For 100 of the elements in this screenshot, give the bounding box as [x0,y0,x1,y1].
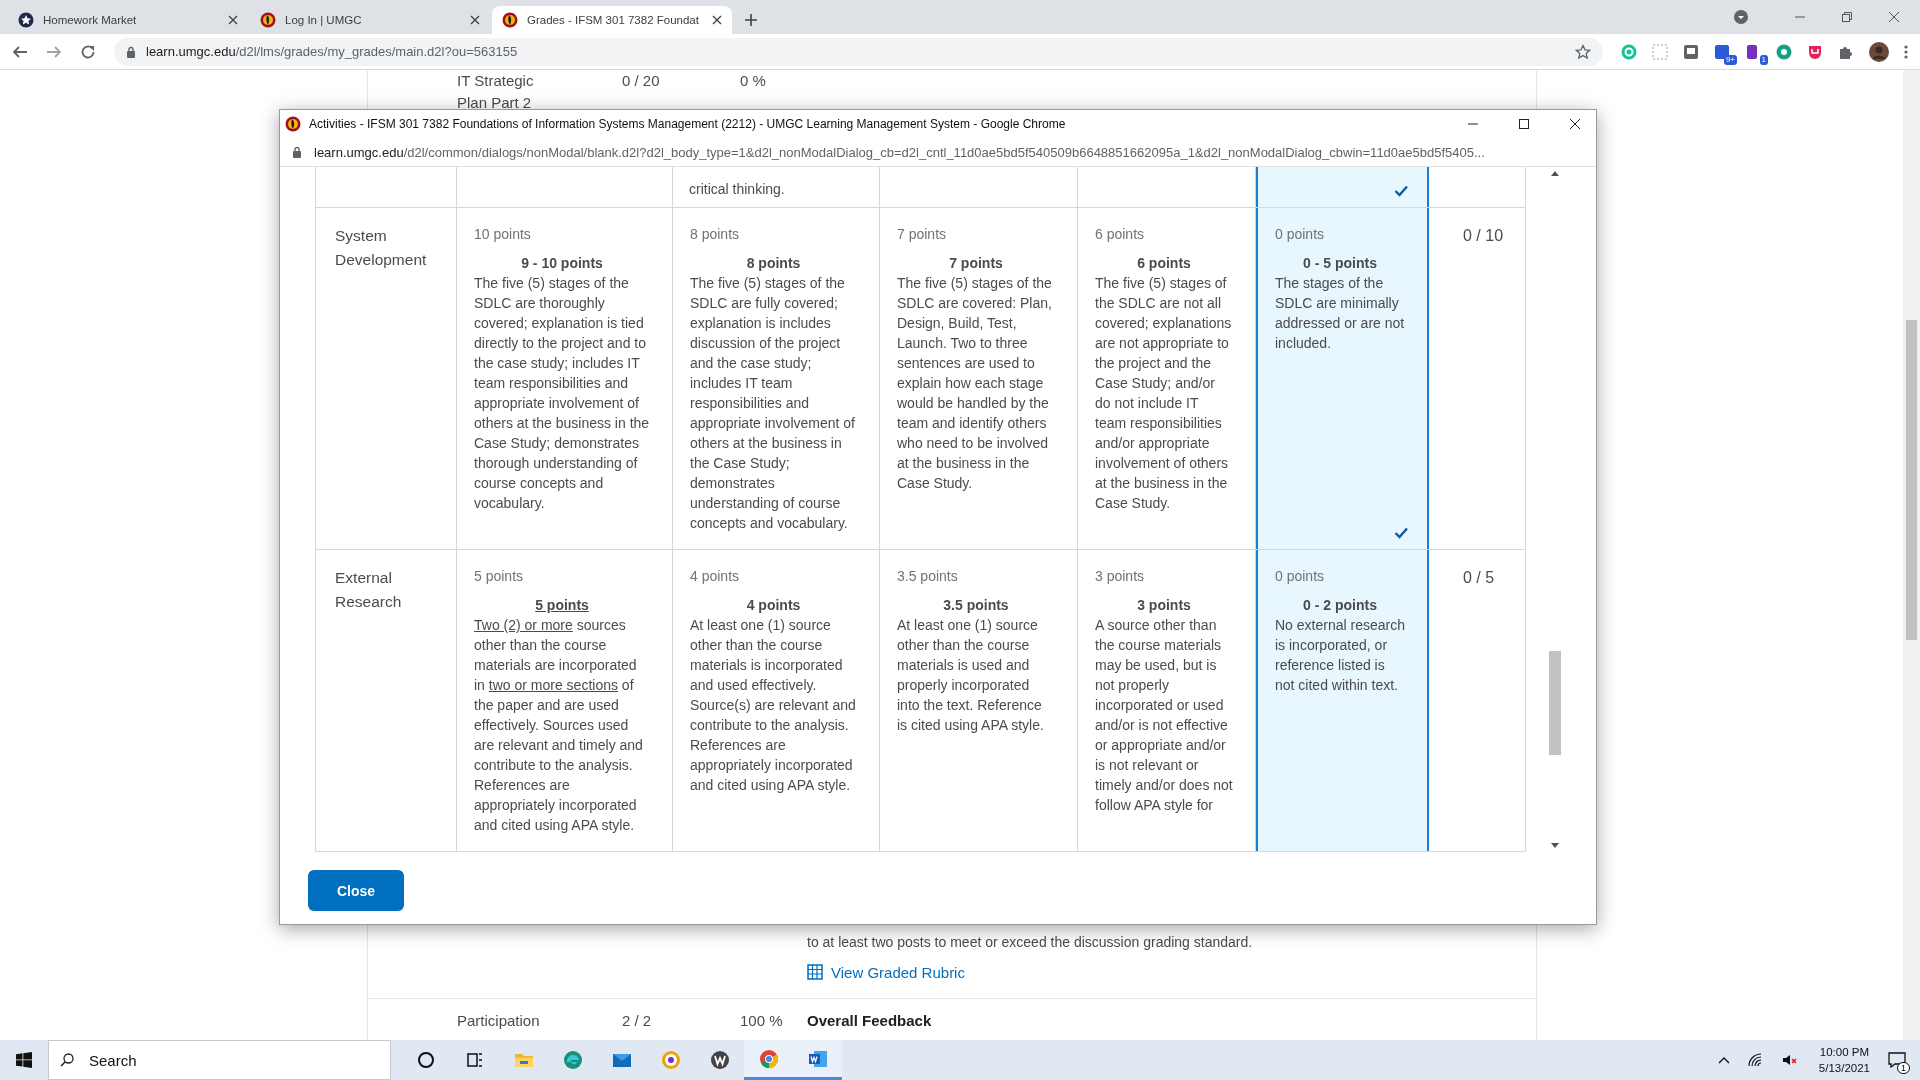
criterion-description: No external research is incorporated, or reference listed is not cited within text. [1275,616,1405,695]
browser-icon [562,1050,583,1070]
task-view-icon [464,1050,485,1070]
browser-tab[interactable]: Homework Market [8,6,248,34]
level-points: 3.5 points [897,567,959,586]
search-field[interactable]: Search [48,1040,391,1080]
menu-icon[interactable] [1904,43,1908,60]
level-points: 5 points [474,567,525,586]
criterion-description: Two (2) or more sources other than the course materials are incorporated in two or more sections of the paper and are used effectively. Sources used are relevant and timely and contribute to the analysis. References are appropriately incorporated and cited using APA style. [474,616,644,835]
level-points: 6 points [1095,225,1146,244]
restore-icon[interactable] [1841,11,1853,23]
window-title: Activities - IFSM 301 7382 Foundations of Information Systems Management (2212) - UMGC Learning Management System - Google Chrome [309,117,1066,131]
criterion-description: critical thinking. [689,180,785,199]
level-points: 4 points [690,567,741,586]
chrome-icon [758,1048,779,1069]
chevron-up-icon[interactable] [1717,1056,1730,1064]
extension-icon[interactable] [1807,43,1823,60]
extension-badge: 9+ [1723,54,1737,65]
logo-icon [260,12,276,28]
clock[interactable]: 10:00 PM 5/13/2021 [1818,1044,1870,1076]
lock-icon [126,45,136,58]
grade-score: 0 / 20 [622,71,661,91]
level-heading: 9 - 10 points [520,254,604,273]
level-heading: 7 points [948,254,1004,273]
close-button[interactable]: Close [308,870,404,911]
logo-icon [502,12,518,28]
extension-badge: 1 [1759,54,1768,65]
criterion-description: A source other than the course materials may be used, but is not properly incorporated or used and/or is not effective or appropriate and/or is not relevant or timely and/or does not follow APA style for [1095,616,1233,815]
criterion-score: 0 / 5 [1462,568,1496,588]
logo-icon [18,12,34,28]
browser-tab[interactable]: Grades - IFSM 301 7382 Foundat [492,6,732,34]
scrollbar-thumb[interactable] [1548,651,1561,755]
lock-icon [292,146,302,158]
level-points: 3 points [1095,567,1146,586]
avatar-icon[interactable] [1869,41,1889,62]
grade-item-name: IT Strategic Plan Part 2 [457,71,535,113]
search-icon [60,1053,74,1067]
criterion-description: At least one (1) source other than the course materials is used and properly incorporated into the text. Reference is cited using APA style. [897,616,1045,735]
grade-percent: 0 % [740,71,767,91]
criterion-description: The five (5) stages of the SDLC are not all covered; explanations are not appropriate to the project and the Case Study; and/or do not include IT team responsibilities and/or appropriate involvement of others at the business in the Case Study. [1095,274,1233,513]
level-heading: 4 points [745,596,802,615]
rubric-icon [807,964,823,980]
address-field[interactable]: learn.umgc.edu/d2l/lms/grades/my_grades/main.d2l?ou=563155 [146,44,518,59]
scrollbar[interactable] [1903,70,1920,1040]
bookmark-star-icon[interactable] [1575,43,1591,60]
windows-start-icon[interactable] [16,1052,32,1068]
criterion-name: System Development [335,226,428,270]
level-points: 7 points [897,225,948,244]
close-icon[interactable] [1569,118,1581,130]
level-heading: 3.5 points [942,596,1010,615]
notification-count: 1 [1897,1062,1910,1074]
network-icon[interactable] [1747,1053,1764,1067]
level-points: 0 points [1275,225,1326,244]
feedback-text: to at least two posts to meet or exceed the discussion grading standard. [806,933,1254,950]
criterion-description: The five (5) stages of the SDLC are covered: Plan, Design, Build, Test, Launch. Two to three sentences are used to explain how each stage would be handled by the team and identify others who need to be involved at the business in the Case Study. [897,274,1053,493]
level-heading: 6 points [1136,254,1192,273]
level-heading: 0 - 5 points [1302,254,1378,273]
cortana-icon [415,1050,436,1070]
level-heading: 8 points [745,254,802,273]
grade-percent: 100 % [740,1011,784,1031]
scrollbar-thumb[interactable] [1906,320,1917,640]
level-points: 10 points [474,225,532,244]
reload-icon[interactable] [80,43,96,60]
checkmark-icon [1394,184,1409,197]
volume-icon[interactable] [1781,1053,1798,1067]
view-rubric-link[interactable]: View Graded Rubric [807,963,965,981]
tab-title: Homework Market [43,14,138,26]
criterion-score: 0 / 10 [1462,226,1505,246]
new-tab-icon[interactable] [744,13,758,27]
grade-item-name: Participation [457,1011,541,1031]
scroll-down-icon [1550,843,1559,848]
app-icon [660,1050,681,1070]
criterion-description: The five (5) stages of the SDLC are fully covered; explanation is includes discussion of the project and the case study; includes IT team responsibilities and appropriate involvement of others at the business in the Case Study; demonstrates understanding of course concepts and vocabulary. [690,274,856,533]
scroll-up-icon [1550,171,1559,176]
back-icon[interactable] [12,43,28,60]
extension-icon[interactable] [1776,43,1792,60]
extension-icon[interactable] [1683,43,1699,60]
grade-score: 2 / 2 [622,1011,653,1031]
close-icon[interactable] [228,15,238,25]
browser-tab[interactable]: Log In | UMGC [250,6,490,34]
level-points: 0 points [1275,567,1326,586]
feedback-heading: Overall Feedback [807,1011,932,1031]
level-heading: 5 points [535,596,589,615]
criterion-name: External Research [335,568,403,612]
tab-title: Grades - IFSM 301 7382 Foundat [527,14,700,26]
tab-title: Log In | UMGC [285,14,363,26]
document-icon [807,1048,828,1069]
criterion-description: At least one (1) source other than the course materials is incorporated and used effectively. Source(s) are relevant and contribute to the analysis. References are appropriately incorporated and cited using APA style. [690,616,857,795]
criterion-description: The five (5) stages of the SDLC are thoroughly covered; explanation is tied directly to the project and to the case study; includes IT team responsibilities and appropriate involvement of others at the business in the Case Study; demonstrates thorough understanding of course concepts and vocabulary. [474,274,650,513]
app-icon [709,1050,730,1070]
checkmark-icon [1394,526,1409,539]
tab-search-icon[interactable] [1733,9,1749,25]
level-heading: 0 - 2 points [1302,596,1378,615]
level-points: 8 points [690,225,741,244]
logo-icon [285,116,301,132]
maximize-icon[interactable] [1518,118,1530,130]
level-heading: 3 points [1136,596,1192,615]
close-icon[interactable] [712,15,722,25]
close-icon[interactable] [470,15,480,25]
address-field: learn.umgc.edu/d2l/common/dialogs/nonModal/blank.d2l?d2l_body_type=1&d2l_nonModalDialog_cb=d2l_cntl_11d0ae5bd5f540509b6648851662095a_1&d2l_nonModalDialog_cbwin=11d0ae5bd5f5405... [314,144,1485,160]
